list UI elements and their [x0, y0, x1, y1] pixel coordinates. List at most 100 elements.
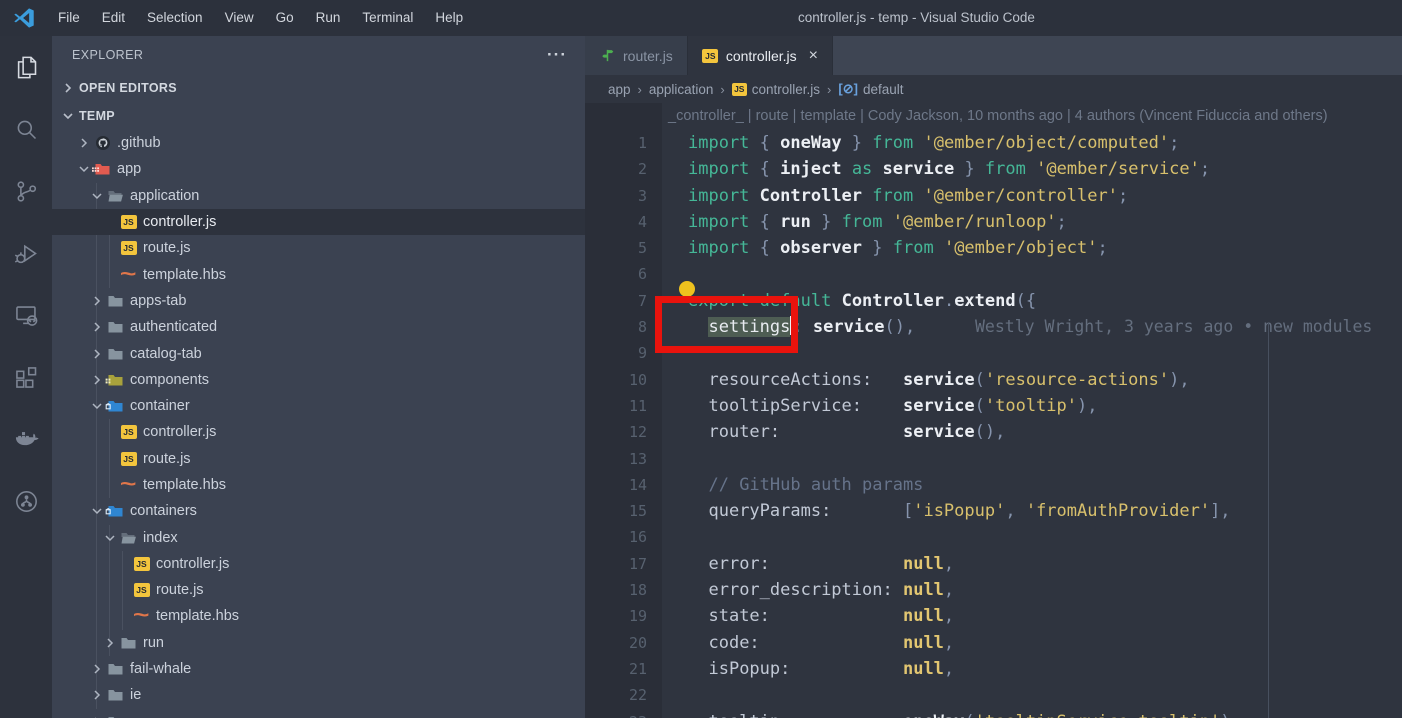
menu-help[interactable]: Help: [424, 0, 474, 36]
tree-item-template.hbs[interactable]: ~ template.hbs: [52, 603, 585, 629]
red-box-annotation: [655, 296, 798, 353]
code-line-12[interactable]: 12 router: service(),: [585, 419, 1402, 446]
line-number: 18: [585, 577, 662, 604]
js-file-icon: JS: [133, 583, 150, 598]
tree-item-route.js[interactable]: JS route.js: [52, 577, 585, 603]
tree-item-authenticated[interactable]: authenticated: [52, 314, 585, 340]
code-line-5[interactable]: 5 import { observer } from '@ember/object…: [585, 235, 1402, 262]
docker-icon[interactable]: [0, 408, 52, 470]
search-icon[interactable]: [0, 98, 52, 160]
github-folder-icon: [95, 136, 110, 151]
menu-run[interactable]: Run: [305, 0, 352, 36]
handlebars-file-icon: ~: [120, 473, 137, 496]
tree-item-route.js[interactable]: JS route.js: [52, 446, 585, 472]
code-line-21[interactable]: 21 isPopup: null,: [585, 655, 1402, 683]
code-line-15[interactable]: 15 queryParams: ['isPopup', 'fromAuthPro…: [585, 498, 1402, 525]
code-lines: 1 import { oneWay } from '@ember/object/c…: [585, 130, 1402, 718]
run-and-debug-icon[interactable]: [0, 222, 52, 284]
file-tree: .github app application JS controller.js JS ro…: [52, 130, 585, 718]
explorer-icon[interactable]: [0, 36, 52, 98]
code-line-22[interactable]: 22: [585, 682, 1402, 709]
menu-terminal[interactable]: Terminal: [351, 0, 424, 36]
tree-item-container[interactable]: container: [52, 393, 585, 419]
line-number: 1: [585, 130, 662, 157]
breadcrumb-controller.js[interactable]: JS controller.js: [731, 82, 820, 97]
line-number: 23: [585, 708, 662, 718]
tree-item-label: controller.js: [143, 214, 217, 231]
tree-item-label: route.js: [143, 240, 191, 257]
editor-group: router.js JS controller.js × app › applicatio…: [585, 36, 1402, 718]
tab-controller.js[interactable]: JS controller.js ×: [687, 36, 833, 75]
code-line-3[interactable]: 3 import Controller from '@ember/controll…: [585, 182, 1402, 209]
line-number: 5: [585, 235, 662, 262]
tree-item-template.hbs[interactable]: ~ template.hbs: [52, 261, 585, 287]
extensions-icon[interactable]: [0, 346, 52, 408]
tree-item-ie[interactable]: ie: [52, 682, 585, 708]
code-line-10[interactable]: 10 resourceActions: service('resource-ac…: [585, 366, 1402, 393]
tree-item-controller.js[interactable]: JS controller.js: [52, 208, 585, 236]
tree-item-label: controller.js: [156, 555, 230, 572]
code-line-1[interactable]: 1 import { oneWay } from '@ember/object/c…: [585, 130, 1402, 157]
menu-file[interactable]: File: [47, 0, 91, 36]
code-line-18[interactable]: 18 error_description: null,: [585, 577, 1402, 604]
tree-item-index[interactable]: index: [52, 524, 585, 550]
code-line-4[interactable]: 4 import { run } from '@ember/runloop';: [585, 208, 1402, 236]
tree-item-route.js[interactable]: JS route.js: [52, 235, 585, 261]
activity-bar: [0, 36, 52, 718]
tree-item-fail-whale[interactable]: fail-whale: [52, 656, 585, 682]
menu-view[interactable]: View: [214, 0, 265, 36]
code-line-14[interactable]: 14 // GitHub auth params: [585, 471, 1402, 499]
more-actions-icon[interactable]: ···: [547, 45, 567, 65]
tree-item-containers[interactable]: containers: [52, 498, 585, 524]
tree-item-app[interactable]: app: [52, 156, 585, 182]
tree-item-run[interactable]: run: [52, 630, 585, 656]
line-number: 13: [585, 445, 662, 472]
source-control-icon[interactable]: [0, 160, 52, 222]
codelens-blame[interactable]: _controller_ | route | template | Cody J…: [662, 103, 1328, 130]
vscode-logo-icon: [14, 8, 34, 28]
line-number: 3: [585, 182, 662, 209]
line-number: 2: [585, 156, 662, 183]
line-number: 22: [585, 682, 662, 709]
breadcrumb-app[interactable]: app: [608, 82, 631, 97]
code-line-6[interactable]: 6: [585, 261, 1402, 288]
js-file-icon: JS: [120, 241, 137, 256]
breadcrumb-application[interactable]: application: [649, 82, 714, 97]
tree-item-label: template.hbs: [143, 266, 227, 283]
line-number: 12: [585, 419, 662, 446]
line-number: 21: [585, 655, 662, 683]
gitlens-icon[interactable]: [0, 470, 52, 532]
tab-router.js[interactable]: router.js: [585, 36, 688, 75]
code-line-11[interactable]: 11 tooltipService: service('tooltip'),: [585, 392, 1402, 420]
tree-item-controller.js[interactable]: JS controller.js: [52, 551, 585, 577]
section-temp[interactable]: TEMP: [52, 102, 585, 130]
menu-bar: File Edit Selection View Go Run Terminal Help: [47, 0, 474, 36]
tree-item-template.hbs[interactable]: ~ template.hbs: [52, 472, 585, 498]
line-number: 19: [585, 603, 662, 630]
close-icon[interactable]: ×: [809, 47, 818, 64]
tree-item-label: catalog-tab: [130, 345, 202, 362]
breadcrumb-default[interactable]: [⊘] default: [838, 81, 903, 97]
code-line-16[interactable]: 16: [585, 524, 1402, 551]
tree-item-label: containers: [130, 503, 197, 520]
menu-edit[interactable]: Edit: [91, 0, 136, 36]
code-line-19[interactable]: 19 state: null,: [585, 603, 1402, 630]
menu-go[interactable]: Go: [265, 0, 305, 36]
tree-item-.github[interactable]: .github: [52, 130, 585, 156]
tree-item-apps-tab[interactable]: apps-tab: [52, 288, 585, 314]
tree-item-label: app: [117, 161, 142, 178]
tree-item-controller.js[interactable]: JS controller.js: [52, 419, 585, 445]
code-line-20[interactable]: 20 code: null,: [585, 629, 1402, 656]
tree-item-clipped[interactable]: [52, 709, 585, 718]
code-line-23[interactable]: 23 tooltip: oneWay('tooltipService.toolt…: [585, 708, 1402, 718]
code-line-13[interactable]: 13: [585, 445, 1402, 472]
breadcrumb-label: application: [648, 81, 714, 97]
tree-item-catalog-tab[interactable]: catalog-tab: [52, 340, 585, 366]
section-open-editors[interactable]: OPEN EDITORS: [52, 74, 585, 102]
tree-item-application[interactable]: application: [52, 183, 585, 209]
code-line-2[interactable]: 2 import { inject as service } from '@emb…: [585, 156, 1402, 183]
tree-item-components[interactable]: components: [52, 367, 585, 393]
menu-selection[interactable]: Selection: [136, 0, 214, 36]
code-line-17[interactable]: 17 error: null,: [585, 550, 1402, 578]
remote-explorer-icon[interactable]: [0, 284, 52, 346]
